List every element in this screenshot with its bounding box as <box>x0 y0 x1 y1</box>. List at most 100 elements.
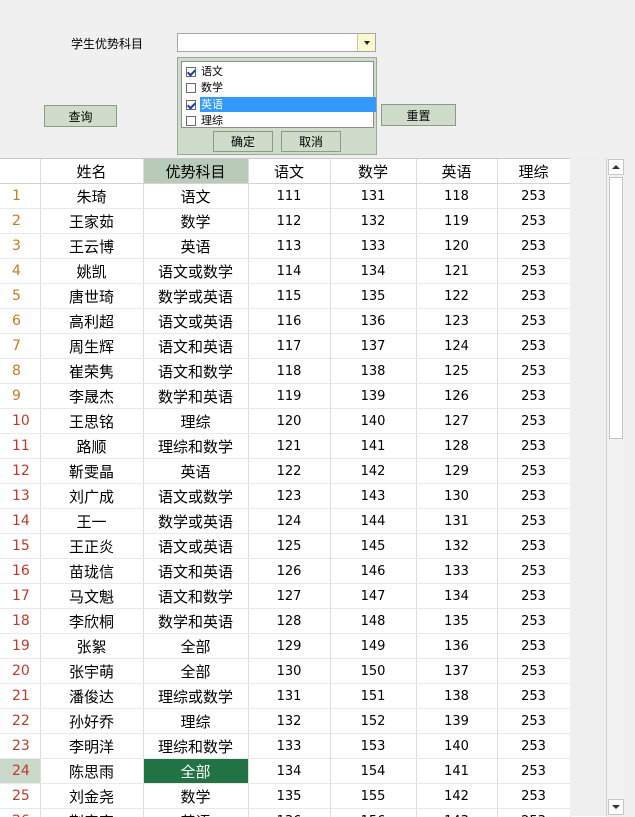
table-row[interactable]: 19张絮全部129149136253 <box>0 634 570 659</box>
grid-cell[interactable]: 130 <box>248 659 330 684</box>
grid-cell[interactable]: 150 <box>330 659 416 684</box>
grid-cell[interactable]: 语文和英语 <box>143 559 248 584</box>
grid-cell[interactable]: 145 <box>330 534 416 559</box>
table-row[interactable]: 8崔荣隽语文和数学118138125253 <box>0 359 570 384</box>
row-number-header[interactable] <box>0 159 40 184</box>
grid-cell[interactable]: 139 <box>416 709 497 734</box>
grid-cell[interactable]: 语文和数学 <box>143 359 248 384</box>
grid-cell[interactable]: 253 <box>497 784 570 809</box>
vertical-scrollbar[interactable] <box>606 158 624 816</box>
grid-cell[interactable]: 高利超 <box>40 309 143 334</box>
grid-cell[interactable]: 129 <box>416 459 497 484</box>
grid-cell[interactable]: 崔荣隽 <box>40 359 143 384</box>
grid-cell[interactable]: 112 <box>248 209 330 234</box>
checkbox[interactable] <box>186 116 196 126</box>
row-number-cell[interactable]: 4 <box>0 259 40 284</box>
grid-cell[interactable]: 253 <box>497 709 570 734</box>
grid-cell[interactable]: 理综和数学 <box>143 434 248 459</box>
grid-cell[interactable]: 129 <box>248 634 330 659</box>
grid-cell[interactable]: 132 <box>416 534 497 559</box>
grid-cell[interactable]: 136 <box>330 309 416 334</box>
row-number-cell[interactable]: 17 <box>0 584 40 609</box>
row-number-cell[interactable]: 15 <box>0 534 40 559</box>
table-row[interactable]: 23李明洋理综和数学133153140253 <box>0 734 570 759</box>
grid-cell[interactable]: 潘俊达 <box>40 684 143 709</box>
grid-cell[interactable]: 125 <box>416 359 497 384</box>
grid-cell[interactable]: 124 <box>416 334 497 359</box>
column-header[interactable]: 优势科目 <box>143 159 248 184</box>
grid-cell[interactable]: 120 <box>248 409 330 434</box>
grid-cell[interactable]: 理综或数学 <box>143 684 248 709</box>
grid-cell[interactable]: 张宇萌 <box>40 659 143 684</box>
grid-cell[interactable]: 131 <box>248 684 330 709</box>
grid-cell[interactable]: 155 <box>330 784 416 809</box>
table-row[interactable]: 20张宇萌全部130150137253 <box>0 659 570 684</box>
grid-cell[interactable]: 154 <box>330 759 416 784</box>
grid-cell[interactable]: 153 <box>330 734 416 759</box>
grid-cell[interactable]: 数学和英语 <box>143 384 248 409</box>
grid-cell[interactable]: 121 <box>416 259 497 284</box>
grid-cell[interactable]: 118 <box>248 359 330 384</box>
row-number-cell[interactable]: 16 <box>0 559 40 584</box>
grid-cell[interactable]: 141 <box>416 759 497 784</box>
table-row[interactable]: 11路顺理综和数学121141128253 <box>0 434 570 459</box>
cancel-button[interactable]: 取消 <box>281 131 341 152</box>
grid-cell[interactable]: 134 <box>416 584 497 609</box>
confirm-button[interactable]: 确定 <box>213 131 273 152</box>
row-number-cell[interactable]: 14 <box>0 509 40 534</box>
grid-cell[interactable]: 全部 <box>143 634 248 659</box>
grid-cell[interactable]: 135 <box>416 609 497 634</box>
grid-cell[interactable]: 146 <box>330 559 416 584</box>
grid-cell[interactable]: 138 <box>416 684 497 709</box>
grid-cell[interactable]: 137 <box>416 659 497 684</box>
grid-cell[interactable]: 语文或数学 <box>143 259 248 284</box>
grid-cell[interactable]: 王家茹 <box>40 209 143 234</box>
grid-cell[interactable]: 英语 <box>143 234 248 259</box>
grid-cell[interactable]: 数学 <box>143 209 248 234</box>
table-row[interactable]: 14王一数学或英语124144131253 <box>0 509 570 534</box>
grid-cell[interactable]: 253 <box>497 534 570 559</box>
grid-cell[interactable]: 靳雯晶 <box>40 459 143 484</box>
column-header[interactable]: 语文 <box>248 159 330 184</box>
table-row[interactable]: 16苗珑信语文和英语126146133253 <box>0 559 570 584</box>
combo-dropdown-button[interactable] <box>357 34 375 51</box>
grid-cell[interactable]: 李欣桐 <box>40 609 143 634</box>
table-row[interactable]: 2王家茹数学112132119253 <box>0 209 570 234</box>
table-row[interactable]: 4姚凯语文或数学114134121253 <box>0 259 570 284</box>
row-number-cell[interactable]: 1 <box>0 184 40 209</box>
table-row[interactable]: 12靳雯晶英语122142129253 <box>0 459 570 484</box>
subject-combo[interactable] <box>177 33 376 52</box>
query-button[interactable]: 查询 <box>44 105 117 127</box>
grid-cell[interactable]: 数学和英语 <box>143 609 248 634</box>
grid-cell[interactable]: 253 <box>497 634 570 659</box>
row-number-cell[interactable]: 2 <box>0 209 40 234</box>
table-row[interactable]: 17马文魁语文和数学127147134253 <box>0 584 570 609</box>
grid-cell[interactable]: 英语 <box>143 459 248 484</box>
row-number-cell[interactable]: 6 <box>0 309 40 334</box>
grid-cell[interactable]: 131 <box>416 509 497 534</box>
grid-cell[interactable]: 周生辉 <box>40 334 143 359</box>
grid-cell[interactable]: 132 <box>330 209 416 234</box>
grid-cell[interactable]: 刘金尧 <box>40 784 143 809</box>
grid-cell[interactable]: 148 <box>330 609 416 634</box>
grid-cell[interactable]: 133 <box>330 234 416 259</box>
grid-cell[interactable]: 144 <box>330 509 416 534</box>
grid-cell[interactable]: 133 <box>248 734 330 759</box>
row-number-cell[interactable]: 9 <box>0 384 40 409</box>
grid-cell[interactable]: 114 <box>248 259 330 284</box>
table-row[interactable]: 1朱琦语文111131118253 <box>0 184 570 209</box>
row-number-cell[interactable]: 5 <box>0 284 40 309</box>
grid-cell[interactable]: 113 <box>248 234 330 259</box>
table-row[interactable]: 9李晟杰数学和英语119139126253 <box>0 384 570 409</box>
grid-cell[interactable]: 132 <box>248 709 330 734</box>
grid-cell[interactable]: 139 <box>330 384 416 409</box>
row-number-cell[interactable]: 3 <box>0 234 40 259</box>
grid-cell[interactable]: 111 <box>248 184 330 209</box>
grid-cell[interactable]: 语文或数学 <box>143 484 248 509</box>
column-header[interactable]: 数学 <box>330 159 416 184</box>
grid-cell[interactable]: 142 <box>330 459 416 484</box>
grid-cell[interactable]: 138 <box>330 359 416 384</box>
table-row[interactable]: 3王云博英语113133120253 <box>0 234 570 259</box>
checkbox[interactable] <box>186 100 196 110</box>
grid-cell[interactable]: 数学 <box>143 784 248 809</box>
